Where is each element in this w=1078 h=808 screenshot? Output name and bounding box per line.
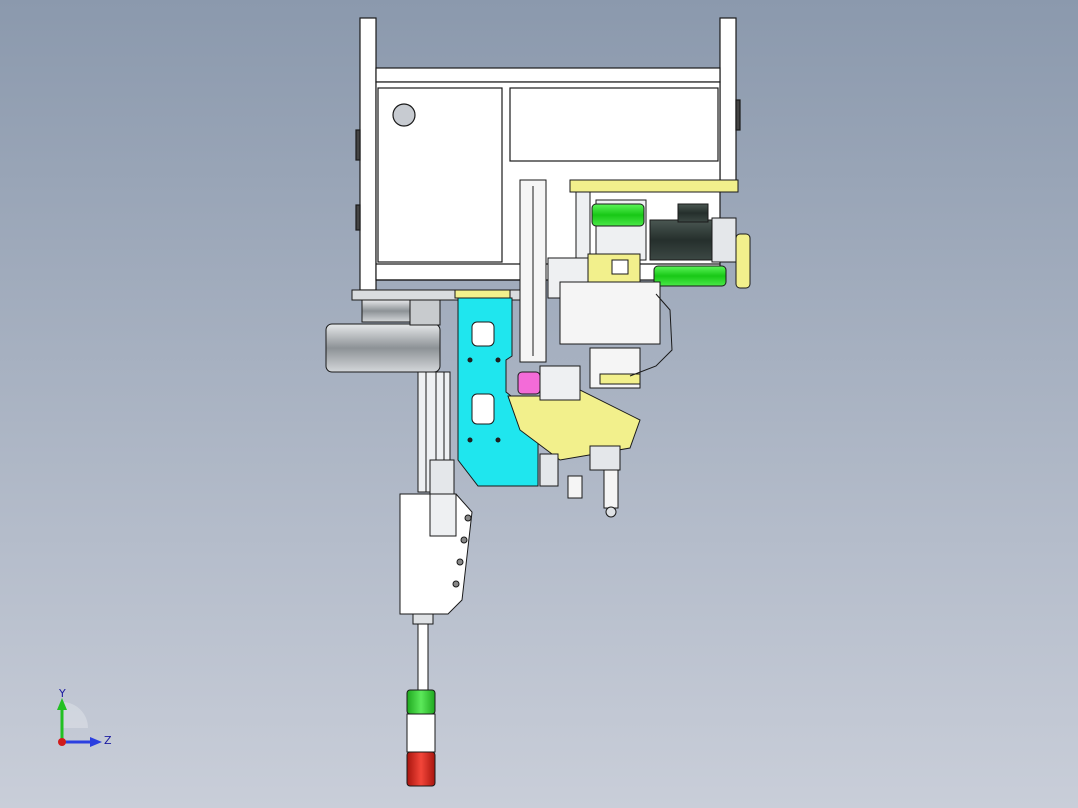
frame-hole [392, 103, 416, 127]
assembly-model[interactable] [0, 0, 1078, 808]
z-axis-label: Z [104, 734, 112, 747]
cad-viewport[interactable]: Y Z [0, 0, 1078, 808]
y-axis-label: Y [58, 687, 66, 700]
z-axis-arrow-icon [90, 737, 102, 747]
triad-origin [58, 738, 66, 746]
tower-light[interactable] [406, 613, 436, 787]
axis-triad: Y Z [57, 687, 112, 747]
triad-plane [62, 702, 88, 728]
linear-rail[interactable] [519, 179, 547, 363]
control-box[interactable] [399, 493, 473, 615]
pulley-wheel[interactable] [325, 299, 441, 373]
